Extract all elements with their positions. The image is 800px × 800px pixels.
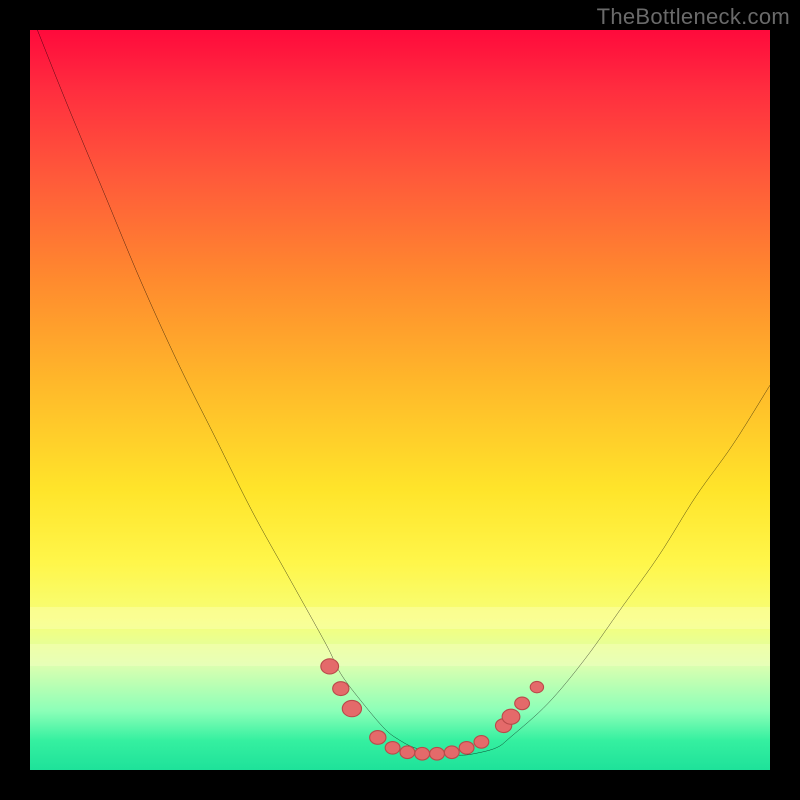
curve-marker <box>400 746 415 759</box>
curve-marker <box>459 742 474 755</box>
curve-marker <box>502 709 520 724</box>
bottleneck-curve <box>37 30 770 755</box>
plot-area <box>30 30 770 770</box>
curve-marker <box>321 659 339 674</box>
curve-marker <box>530 681 543 692</box>
curve-markers <box>321 659 544 760</box>
curve-marker <box>370 731 386 745</box>
curve-marker <box>430 747 445 760</box>
chart-frame: TheBottleneck.com <box>0 0 800 800</box>
curve-marker <box>415 747 430 760</box>
curve-marker <box>385 742 400 755</box>
curve-marker <box>444 746 459 759</box>
watermark-text: TheBottleneck.com <box>597 4 790 30</box>
curve-marker <box>342 700 361 716</box>
curve-marker <box>515 697 530 710</box>
curve-marker <box>333 682 349 696</box>
curve-layer <box>30 30 770 770</box>
curve-marker <box>474 736 489 749</box>
